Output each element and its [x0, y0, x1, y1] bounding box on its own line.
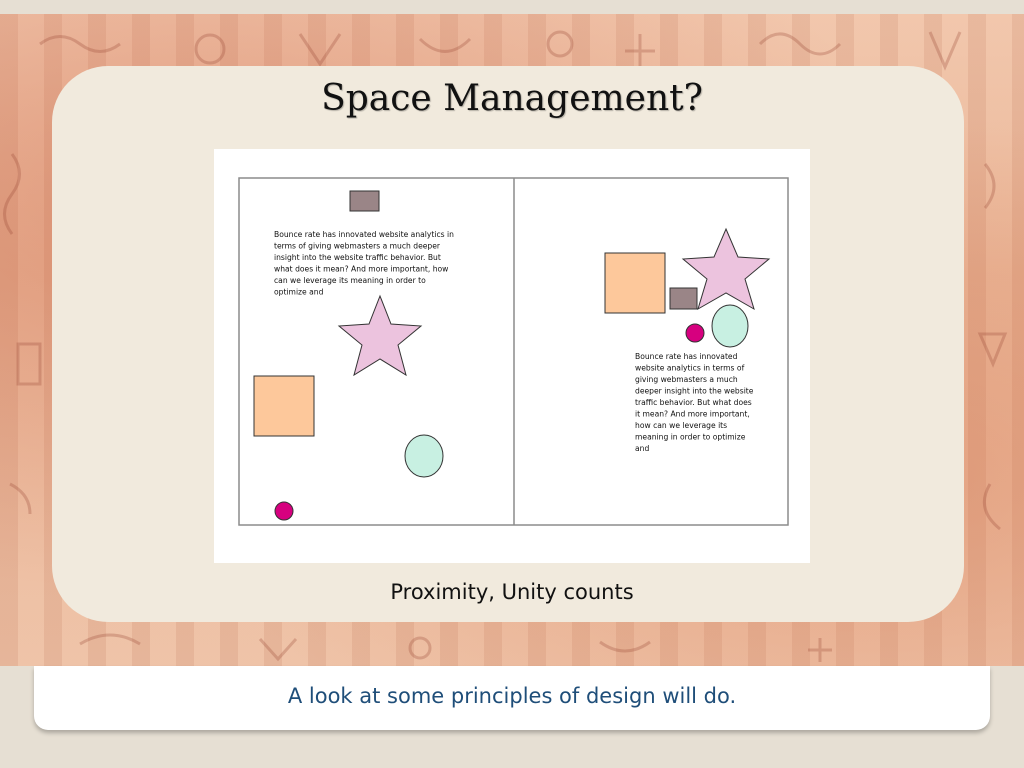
left-dot: [274, 501, 294, 521]
left-text-line: Bounce rate has innovated website analyt…: [274, 230, 454, 239]
right-text-line: meaning in order to optimize: [635, 433, 746, 442]
right-square: [604, 252, 666, 314]
page-title: Space Management?: [321, 78, 703, 119]
left-paragraph: Bounce rate has innovated website analyt…: [274, 230, 456, 297]
right-text-line: deeper insight into the website: [635, 387, 754, 396]
right-text-line: giving webmasters a much: [635, 375, 738, 384]
right-text-line: website analytics in terms of: [635, 364, 745, 373]
left-square: [253, 375, 315, 437]
left-small-rectangle: [349, 190, 380, 212]
left-circle: [404, 434, 444, 478]
right-text-line: it mean? And more important,: [635, 410, 750, 419]
left-star: [337, 294, 423, 377]
layout-comparison-figure: Bounce rate has innovated website analyt…: [214, 149, 810, 563]
footer-text: A look at some principles of design will…: [287, 684, 737, 708]
footer-bar: A look at some principles of design will…: [34, 666, 990, 730]
right-text-line: Bounce rate has innovated: [635, 352, 738, 361]
left-text-line: what does it mean? And more important, h…: [274, 265, 448, 274]
right-dot: [685, 323, 705, 343]
right-text-line: how can we leverage its: [635, 421, 727, 430]
right-text-line: traffic behavior. But what does: [635, 398, 752, 407]
left-text-line: can we leverage its meaning in order to: [274, 276, 426, 285]
layout-illustration: Bounce rate has innovated website analyt…: [238, 177, 789, 526]
right-circle: [711, 304, 749, 348]
figure-caption: Proximity, Unity counts: [390, 580, 634, 604]
left-text-line: insight into the website traffic behavio…: [274, 253, 441, 262]
left-text-line: terms of giving webmasters a much deeper: [274, 242, 441, 251]
right-paragraph: Bounce rate has innovated website analyt…: [635, 352, 756, 453]
right-small-rectangle: [669, 287, 698, 310]
right-text-line: and: [635, 444, 649, 453]
left-text-line: optimize and: [274, 288, 324, 297]
